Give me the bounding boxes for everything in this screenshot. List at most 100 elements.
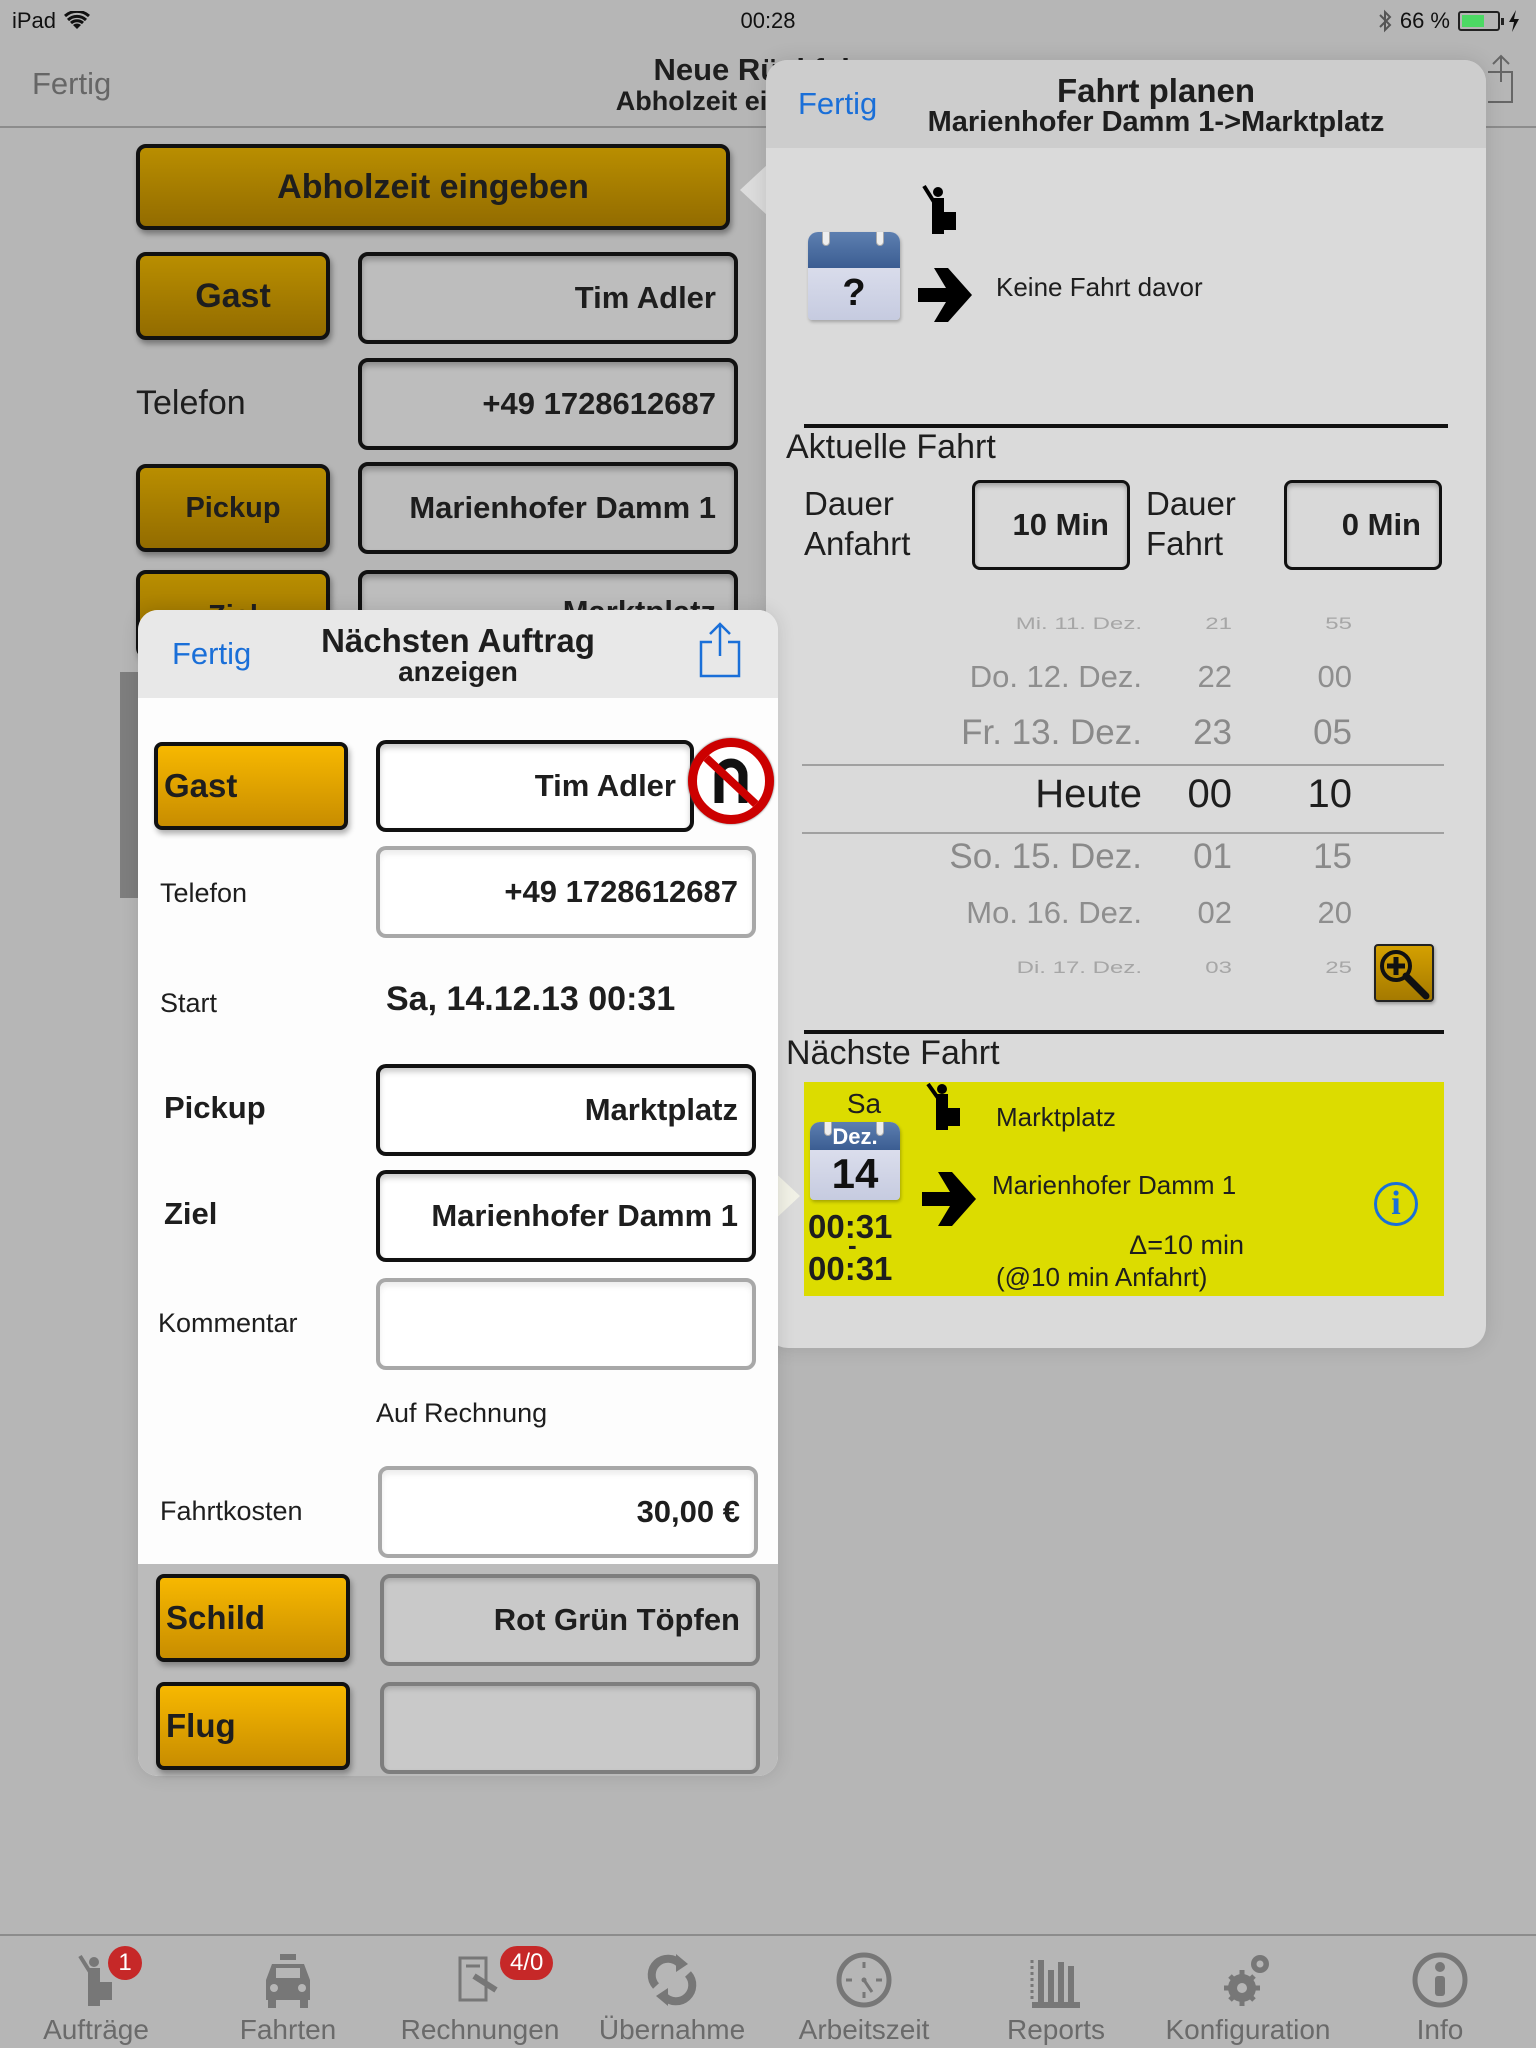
picker-day: So. 15. Dez.: [949, 837, 1142, 876]
guest-field[interactable]: Tim Adler: [376, 740, 694, 832]
picker-hour: 00: [1187, 772, 1233, 816]
trip-duration-label: Dauer Fahrt: [1146, 484, 1236, 564]
picker-row[interactable]: Di. 17. Dez. 03 25: [802, 958, 1444, 978]
passenger-icon: [926, 1082, 960, 1130]
plan-title: Fahrt planen: [1056, 72, 1256, 109]
start-value: Sa, 14.12.13 00:31: [386, 980, 676, 1018]
current-trip-title: Aktuelle Fahrt: [786, 428, 996, 466]
base-guest-field[interactable]: Tim Adler: [358, 252, 738, 344]
bluetooth-icon: [1379, 9, 1392, 33]
flight-field[interactable]: [380, 1682, 760, 1774]
picker-minute: 20: [1317, 895, 1352, 931]
gears-icon: [1224, 1955, 1269, 2006]
share-icon[interactable]: [698, 622, 742, 678]
picker-row[interactable]: Do. 12. Dez. 22 00: [802, 659, 1444, 695]
guest-button[interactable]: Gast: [154, 742, 348, 830]
next-order-done-button[interactable]: Fertig: [172, 636, 251, 672]
taxi-icon: [266, 1954, 310, 2008]
sign-field[interactable]: Rot Grün Töpfen: [380, 1574, 760, 1666]
sign-button[interactable]: Schild: [156, 1574, 350, 1662]
comment-field[interactable]: [376, 1278, 756, 1370]
pickup-time-button[interactable]: Abholzeit eingeben: [136, 144, 730, 230]
picker-row[interactable]: So. 15. Dez. 01 15: [802, 837, 1444, 877]
flight-button[interactable]: Flug: [156, 1682, 350, 1770]
magnifier-plus-icon: [1380, 950, 1430, 1000]
date-time-picker[interactable]: Di. 10. Dez.2050Mi. 11. Dez.2155Do. 12. …: [802, 612, 1444, 982]
base-guest-button[interactable]: Gast: [136, 252, 330, 340]
tab-auftraege[interactable]: 1 Aufträge: [0, 1936, 192, 2048]
picker-minute: 55: [1325, 613, 1352, 633]
picker-day: Mo. 16. Dez.: [966, 895, 1142, 931]
next-trip-card[interactable]: Sa Dez. 14 00:31 - 00:31 Marktplatz Mari…: [804, 1082, 1444, 1296]
tab-uebernahme[interactable]: Übernahme: [576, 1936, 768, 2048]
tab-bar: 1 Aufträge Fahrten 4/0 Rechnungen Überna…: [0, 1934, 1536, 2048]
tab-reports[interactable]: Reports: [960, 1936, 1152, 2048]
picker-minute: 05: [1313, 713, 1352, 752]
base-pickup-button[interactable]: Pickup: [136, 464, 330, 552]
picker-row[interactable]: Mi. 11. Dez. 21 55: [802, 614, 1444, 634]
calendar-placeholder: ?: [842, 272, 866, 314]
base-phone-field[interactable]: +49 1728612687: [358, 358, 738, 450]
picker-minute: 00: [1317, 659, 1352, 695]
calendar-icon: ?: [808, 232, 900, 320]
info-icon[interactable]: i: [1374, 1182, 1418, 1226]
calendar-ring: [876, 232, 884, 246]
battery-level: [1462, 15, 1485, 27]
approach-label-line2: Anfahrt: [804, 525, 911, 562]
status-bar: iPad 00:28 66 %: [0, 0, 1536, 40]
pickup-label: Pickup: [164, 1090, 266, 1125]
picker-hour: 02: [1197, 895, 1232, 931]
picker-hour: 22: [1197, 659, 1232, 695]
no-u-turn-icon[interactable]: [688, 738, 774, 824]
tab-rechnungen[interactable]: 4/0 Rechnungen: [384, 1936, 576, 2048]
phone-field[interactable]: +49 1728612687: [376, 846, 756, 938]
picker-hour: 01: [1193, 837, 1232, 876]
zoom-in-button[interactable]: [1374, 944, 1434, 1002]
tab-label: Aufträge: [43, 2014, 149, 2045]
picker-minute: 10: [1307, 772, 1353, 816]
arrow-right-icon: [922, 1172, 976, 1226]
picker-row[interactable]: Mo. 16. Dez. 02 20: [802, 895, 1444, 931]
picker-day: Fr. 13. Dez.: [961, 713, 1142, 752]
tab-label: Info: [1416, 2014, 1464, 2045]
phone-label: Telefon: [160, 878, 248, 908]
next-trip-delta: Δ=10 min: [1129, 1230, 1244, 1260]
trip-duration-field[interactable]: 0 Min: [1284, 480, 1442, 570]
calendar-ring: [822, 232, 830, 246]
picker-hour: 23: [1193, 713, 1232, 752]
pickup-field[interactable]: Marktplatz: [376, 1064, 756, 1156]
tab-info[interactable]: Info: [1344, 1936, 1536, 2048]
bar-chart-icon: [1030, 1960, 1080, 2008]
no-previous-trip: Keine Fahrt davor: [996, 272, 1203, 302]
next-order-header: Fertig Nächsten Auftrag anzeigen: [138, 610, 778, 698]
arrow-right-icon: [918, 268, 972, 322]
approach-duration-field[interactable]: 10 Min: [972, 480, 1130, 570]
base-pickup-field[interactable]: Marienhofer Damm 1: [358, 462, 738, 554]
clock-icon: [836, 1952, 892, 2008]
plan-trip-header: Fertig Fahrt planen Marienhofer Damm 1->…: [766, 60, 1486, 148]
picker-row[interactable]: Fr. 13. Dez. 23 05: [802, 713, 1444, 753]
picker-day: Heute: [1035, 772, 1142, 816]
cost-field[interactable]: 30,00 €: [378, 1466, 758, 1558]
sync-icon: [647, 1954, 697, 2006]
destination-field[interactable]: Marienhofer Damm 1: [376, 1170, 756, 1262]
base-share-icon[interactable]: [1486, 54, 1516, 104]
tab-konfiguration[interactable]: Konfiguration: [1152, 1936, 1344, 2048]
picker-day: Do. 12. Dez.: [969, 659, 1142, 695]
next-order-title: Nächsten Auftrag: [321, 622, 595, 659]
scroll-indicator: [120, 672, 140, 898]
next-trip-destination: Marienhofer Damm 1: [992, 1170, 1237, 1200]
picker-row-selected[interactable]: Heute 00 10: [802, 772, 1444, 817]
popover-arrow: [740, 164, 768, 216]
base-phone-label: Telefon: [136, 384, 246, 422]
next-trip-weekday: Sa: [846, 1088, 882, 1119]
status-right: 66 %: [1378, 8, 1520, 34]
tab-arbeitszeit[interactable]: Arbeitszeit: [768, 1936, 960, 2048]
plan-subtitle: Marienhofer Damm 1->Marktplatz: [927, 106, 1385, 138]
tab-badge: 1: [108, 1946, 142, 1980]
comment-label: Kommentar: [158, 1308, 298, 1338]
cost-label: Fahrtkosten: [160, 1496, 303, 1526]
battery-icon: [1458, 11, 1504, 31]
tab-fahrten[interactable]: Fahrten: [192, 1936, 384, 2048]
next-trip-title: Nächste Fahrt: [786, 1034, 1000, 1072]
